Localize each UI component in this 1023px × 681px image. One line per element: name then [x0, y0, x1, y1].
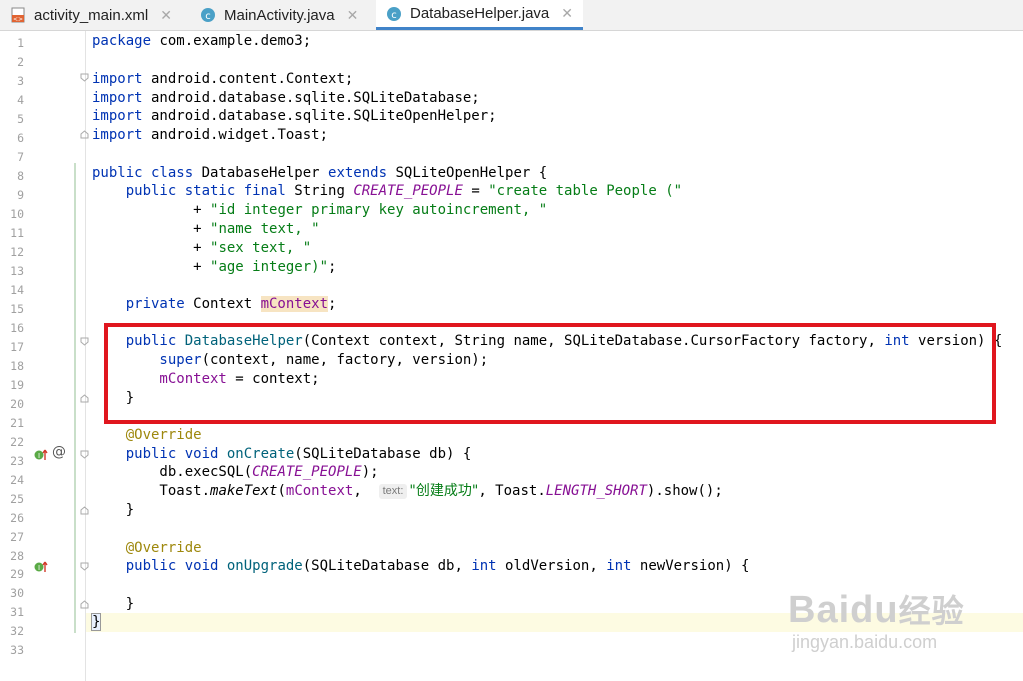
line-number: 18 [10, 359, 24, 373]
tab-label: DatabaseHelper.java [410, 5, 550, 22]
fold-marker[interactable] [80, 506, 89, 515]
line-number: 10 [10, 207, 24, 221]
svg-text:c: c [205, 11, 211, 22]
code-line-11: + "name text, " [92, 221, 320, 237]
watermark-brand: Baidu [788, 589, 899, 631]
line-number: 12 [10, 245, 24, 259]
svg-text:<>: <> [13, 16, 23, 23]
line-number: 13 [10, 264, 24, 278]
code-line-5: import android.database.sqlite.SQLiteOpe… [92, 108, 497, 124]
line-number: 5 [17, 112, 24, 126]
code-line-23: public void onCreate(SQLiteDatabase db) … [92, 446, 472, 462]
parameter-hint: text: [378, 484, 408, 499]
implement-marker-icon[interactable]: I [34, 447, 48, 461]
watermark-url: jingyan.baidu.com [792, 632, 938, 652]
baidu-watermark: Baidu经验 jingyan.baidu.com [788, 586, 1018, 674]
code-line-29: public void onUpgrade(SQLiteDatabase db,… [92, 558, 750, 574]
line-number: 2 [17, 55, 24, 69]
code-line-15: private Context mContext; [92, 296, 337, 312]
line-number: 7 [17, 150, 24, 164]
tab-main-activity-java[interactable]: c MainActivity.java ✕ [200, 0, 358, 30]
code-line-10: + "id integer primary key autoincrement,… [92, 202, 548, 218]
fold-marker[interactable] [80, 130, 89, 139]
code-line-24: db.execSQL(CREATE_PEOPLE); [92, 464, 379, 480]
line-number: 22 [10, 435, 24, 449]
svg-text:c: c [391, 10, 397, 21]
line-number: 16 [10, 321, 24, 335]
code-line-32: } [90, 613, 102, 631]
code-line-4: import android.database.sqlite.SQLiteDat… [92, 90, 480, 106]
tab-database-helper-java[interactable]: c DatabaseHelper.java ✕ [376, 0, 583, 30]
fold-marker[interactable] [80, 394, 89, 403]
tab-label: activity_main.xml [34, 6, 149, 24]
line-number: 27 [10, 530, 24, 544]
line-number: 11 [10, 226, 24, 240]
code-line-1: package com.example.demo3; [92, 33, 312, 49]
line-number: 8 [17, 169, 24, 183]
line-number: 30 [10, 586, 24, 600]
override-at-icon[interactable]: @ [52, 444, 66, 460]
code-line-28: @Override [92, 540, 202, 556]
line-number: 26 [10, 511, 24, 525]
code-line-6: import android.widget.Toast; [92, 127, 329, 143]
fold-marker[interactable] [80, 337, 89, 346]
line-number: 1 [17, 36, 24, 50]
close-icon[interactable]: ✕ [347, 7, 359, 24]
code-line-13: + "age integer)"; [92, 259, 337, 275]
line-number: 24 [10, 473, 24, 487]
line-number: 29 [10, 567, 24, 581]
code-line-9: public static final String CREATE_PEOPLE… [92, 183, 683, 199]
line-number: 20 [10, 397, 24, 411]
xml-file-icon: <> [10, 7, 26, 23]
line-number: 14 [10, 283, 24, 297]
line-number: 25 [10, 492, 24, 506]
implement-marker-icon[interactable]: I [34, 559, 48, 573]
fold-marker[interactable] [80, 73, 89, 82]
line-number: 21 [10, 416, 24, 430]
java-class-icon: c [386, 6, 402, 22]
line-number: 9 [17, 188, 24, 202]
code-line-31: } [92, 596, 135, 612]
highlight-box [104, 323, 996, 424]
close-icon[interactable]: ✕ [160, 7, 172, 24]
fold-marker[interactable] [80, 450, 89, 459]
line-number: 32 [10, 624, 24, 638]
fold-marker[interactable] [80, 562, 89, 571]
svg-text:I: I [38, 564, 40, 572]
line-number: 15 [10, 302, 24, 316]
code-line-12: + "sex text, " [92, 240, 312, 256]
fold-marker[interactable] [80, 600, 89, 609]
code-line-25: Toast.makeText(mContext, text: "创建成功", To… [92, 483, 723, 499]
line-number: 17 [10, 340, 24, 354]
line-number: 28 [10, 549, 24, 563]
line-number: 23 [10, 454, 24, 468]
java-class-icon: c [200, 7, 216, 23]
watermark-brand-cn: 经验 [898, 592, 965, 630]
close-icon[interactable]: ✕ [561, 5, 573, 22]
svg-text:I: I [38, 452, 40, 460]
code-line-22: @Override [92, 427, 202, 443]
editor-tab-bar: <> activity_main.xml ✕ c MainActivity.ja… [0, 0, 1023, 31]
line-number: 6 [17, 131, 24, 145]
code-line-26: } [92, 502, 135, 518]
tab-label: MainActivity.java [224, 6, 335, 24]
line-number: 4 [17, 93, 24, 107]
code-line-3: import android.content.Context; [92, 71, 354, 87]
line-number: 31 [10, 605, 24, 619]
change-marker-bar [74, 163, 76, 633]
line-number: 3 [17, 74, 24, 88]
code-line-8: public class DatabaseHelper extends SQLi… [92, 165, 548, 181]
tab-activity-main-xml[interactable]: <> activity_main.xml ✕ [10, 0, 172, 30]
line-number: 19 [10, 378, 24, 392]
line-number: 33 [10, 643, 24, 657]
